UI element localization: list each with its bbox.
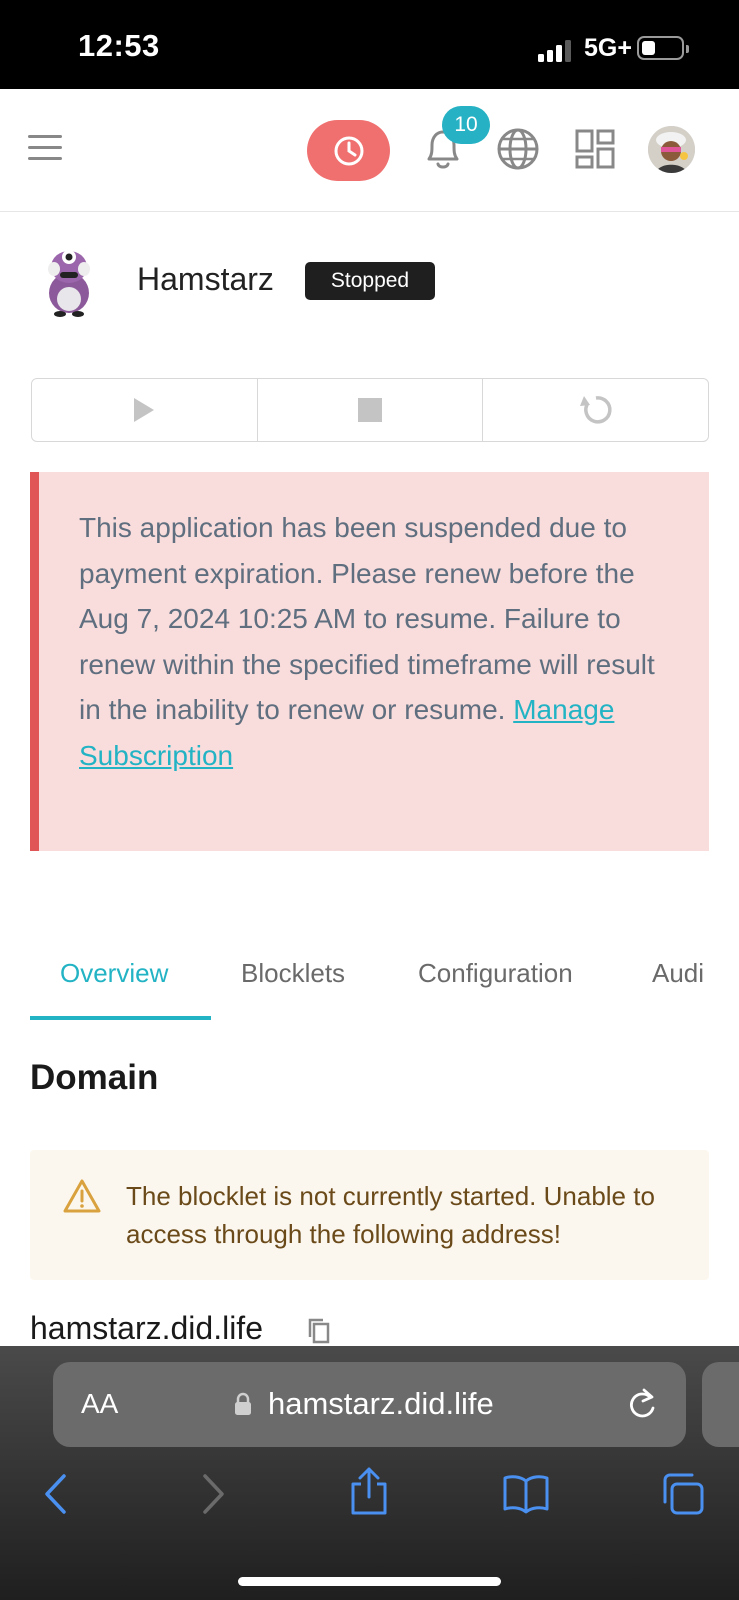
domain-address[interactable]: hamstarz.did.life	[30, 1310, 263, 1347]
status-time: 12:53	[78, 28, 160, 63]
signal-icon	[538, 38, 578, 62]
text-size-label: AA	[81, 1388, 119, 1419]
tabs-icon[interactable]	[660, 1472, 706, 1516]
alert-text: This application has been suspended due …	[79, 505, 679, 778]
tab-overview[interactable]: Overview	[60, 958, 168, 989]
start-button[interactable]	[32, 379, 258, 441]
not-started-warning: The blocklet is not currently started. U…	[30, 1150, 709, 1280]
app-name: Hamstarz	[137, 261, 274, 297]
active-tab-indicator	[30, 1016, 211, 1020]
clock-button[interactable]	[307, 120, 390, 181]
notification-badge: 10	[442, 106, 490, 144]
warning-icon	[63, 1179, 101, 1213]
back-icon[interactable]	[42, 1472, 68, 1516]
app-header: 10	[0, 89, 739, 212]
menu-icon[interactable]	[28, 135, 62, 160]
battery-icon	[637, 36, 689, 60]
share-icon[interactable]	[348, 1466, 390, 1516]
tab-bar: Overview Blocklets Configuration Audi	[30, 942, 739, 1020]
copy-icon[interactable]	[307, 1318, 331, 1344]
status-bar: 12:53 5G+	[0, 0, 739, 89]
next-tab-preview[interactable]	[702, 1362, 739, 1447]
restart-icon	[579, 396, 612, 424]
network-label: 5G+	[584, 34, 632, 62]
forward-icon[interactable]	[201, 1472, 227, 1516]
tab-audit[interactable]: Audi	[652, 958, 704, 989]
tab-blocklets[interactable]: Blocklets	[241, 958, 345, 989]
control-button-group	[31, 378, 709, 442]
address-bar[interactable]: AA hamstarz.did.life	[53, 1362, 686, 1447]
home-indicator	[238, 1577, 501, 1586]
app-logo	[40, 245, 98, 317]
lock-icon	[235, 1392, 251, 1415]
text-size-button[interactable]: AA	[81, 1388, 118, 1420]
suspension-alert: This application has been suspended due …	[30, 472, 709, 851]
play-icon	[134, 398, 155, 422]
section-title-domain: Domain	[30, 1058, 159, 1097]
avatar[interactable]	[648, 126, 695, 173]
url-text: hamstarz.did.life	[268, 1386, 494, 1421]
stop-button[interactable]	[258, 379, 484, 441]
restart-button[interactable]	[483, 379, 708, 441]
reload-icon[interactable]	[628, 1388, 658, 1420]
stop-icon	[358, 398, 382, 422]
browser-toolbar: AA hamstarz.did.life	[0, 1346, 739, 1600]
status-badge: Stopped	[305, 262, 435, 300]
apps-grid-icon[interactable]	[575, 129, 615, 169]
bookmarks-icon[interactable]	[502, 1474, 550, 1514]
globe-icon[interactable]	[496, 127, 540, 171]
warning-text: The blocklet is not currently started. U…	[126, 1181, 655, 1249]
clock-icon	[334, 136, 364, 166]
tab-configuration[interactable]: Configuration	[418, 958, 573, 989]
